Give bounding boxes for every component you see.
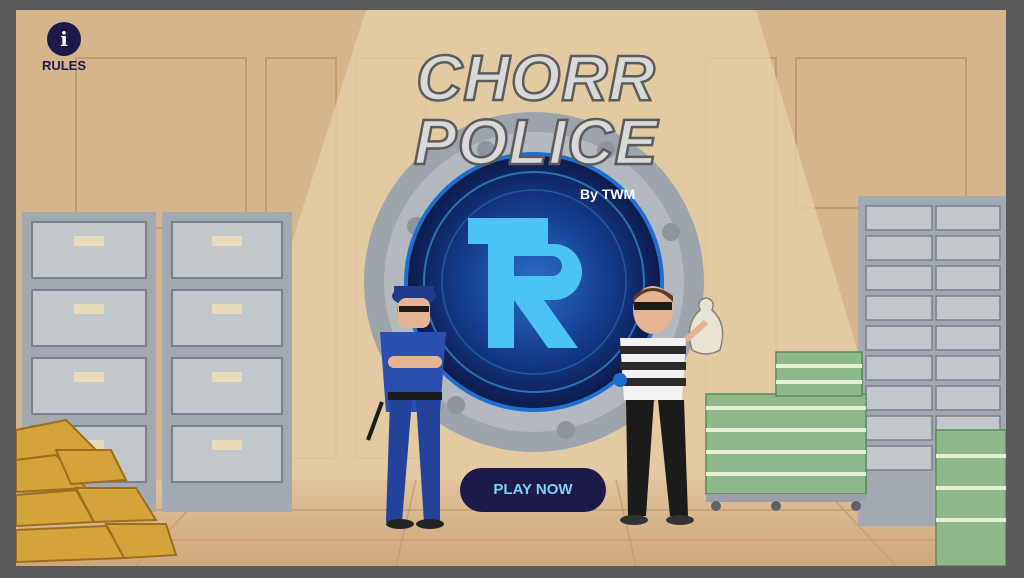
title-byline: By TWM <box>580 186 636 202</box>
game-title: CHORR POLICE <box>386 42 686 178</box>
screen-frame: i RULES CHORR POLICE By TWM PLAY NOW <box>0 0 1024 578</box>
title-line-2: POLICE <box>413 106 659 178</box>
game-scene: i RULES CHORR POLICE By TWM PLAY NOW <box>16 10 1006 566</box>
info-icon: i <box>47 22 81 56</box>
rules-button[interactable]: i RULES <box>34 22 94 73</box>
title-line-1: CHORR <box>415 42 656 114</box>
rules-label: RULES <box>41 58 87 73</box>
play-now-button[interactable]: PLAY NOW <box>460 468 606 512</box>
